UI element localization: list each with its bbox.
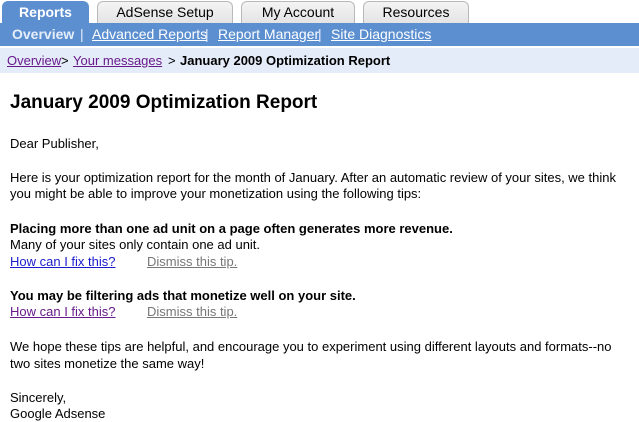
breadcrumb-separator: >: [168, 53, 176, 68]
tip-1-detail: Many of your sites only contain one ad u…: [10, 237, 261, 252]
breadcrumb-your-messages-link[interactable]: Your messages: [73, 48, 162, 73]
breadcrumb-current-page: January 2009 Optimization Report: [180, 53, 391, 68]
greeting-text: Dear Publisher,: [10, 136, 99, 151]
signature-text: Google Adsense: [10, 406, 106, 421]
tip-1-fix-link[interactable]: How can I fix this?: [10, 253, 116, 270]
subnav-advanced-reports[interactable]: Advanced Reports: [92, 23, 207, 46]
tip-1-actions: How can I fix this? Dismiss this tip.: [10, 253, 410, 270]
tip-2-dismiss-link[interactable]: Dismiss this tip.: [147, 303, 237, 320]
sub-navigation: Overview | Advanced Reports | Report Man…: [0, 23, 639, 46]
subnav-overview[interactable]: Overview: [12, 23, 74, 46]
breadcrumb-separator: >: [61, 53, 69, 68]
intro-text-line1: Here is your optimization report for the…: [10, 170, 616, 185]
closing-text-line1: We hope these tips are helpful, and enco…: [10, 339, 612, 354]
tip-2-actions: How can I fix this? Dismiss this tip.: [10, 303, 410, 320]
subnav-separator: |: [80, 26, 84, 42]
tab-adsense-setup[interactable]: AdSense Setup: [97, 1, 233, 23]
main-tab-bar: Reports AdSense Setup My Account Resourc…: [0, 0, 639, 24]
subnav-site-diagnostics[interactable]: Site Diagnostics: [331, 23, 431, 46]
tip-2-fix-link[interactable]: How can I fix this?: [10, 303, 116, 320]
signoff-text: Sincerely,: [10, 390, 67, 405]
tip-2-heading: You may be filtering ads that monetize w…: [10, 288, 356, 303]
tip-1-heading: Placing more than one ad unit on a page …: [10, 221, 453, 236]
tab-my-account[interactable]: My Account: [241, 1, 355, 23]
subnav-separator: |: [318, 26, 322, 42]
breadcrumb: Overview > Your messages > January 2009 …: [0, 48, 639, 73]
subnav-report-manager[interactable]: Report Manager: [218, 23, 319, 46]
tip-1-dismiss-link[interactable]: Dismiss this tip.: [147, 253, 237, 270]
breadcrumb-overview-link[interactable]: Overview: [7, 48, 61, 73]
page-title: January 2009 Optimization Report: [10, 92, 318, 113]
closing-text-line2: two sites monetize the same way!: [10, 356, 205, 371]
tab-resources[interactable]: Resources: [363, 1, 469, 23]
subnav-separator: |: [205, 26, 209, 42]
tab-reports[interactable]: Reports: [2, 1, 89, 24]
intro-text-line2: you might be able to improve your moneti…: [10, 186, 422, 201]
